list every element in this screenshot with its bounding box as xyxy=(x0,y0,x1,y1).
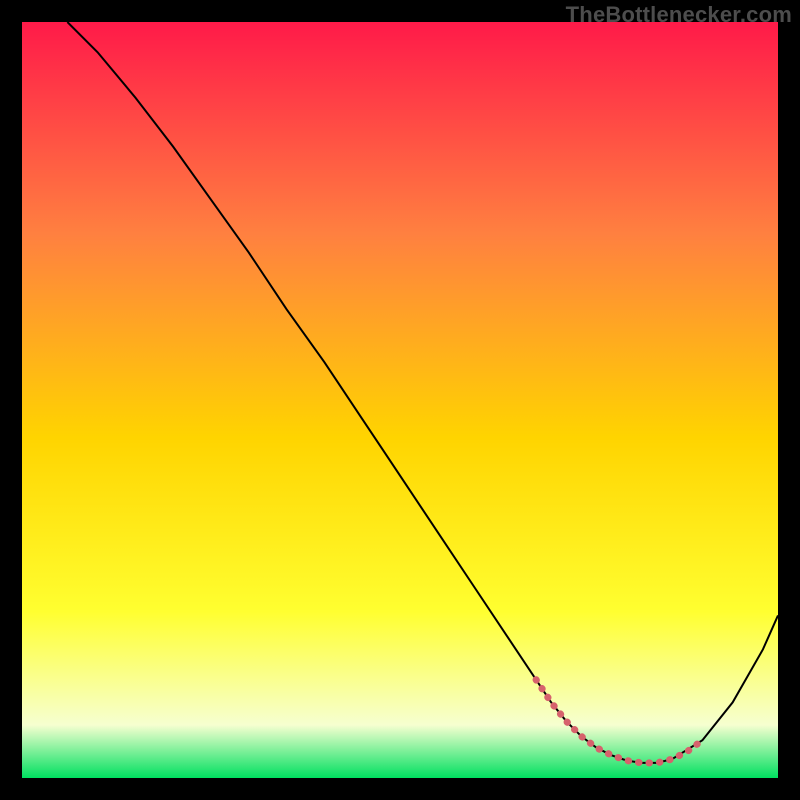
chart-frame: TheBottlenecker.com xyxy=(0,0,800,800)
chart-plot xyxy=(22,22,778,778)
gradient-background xyxy=(22,22,778,778)
